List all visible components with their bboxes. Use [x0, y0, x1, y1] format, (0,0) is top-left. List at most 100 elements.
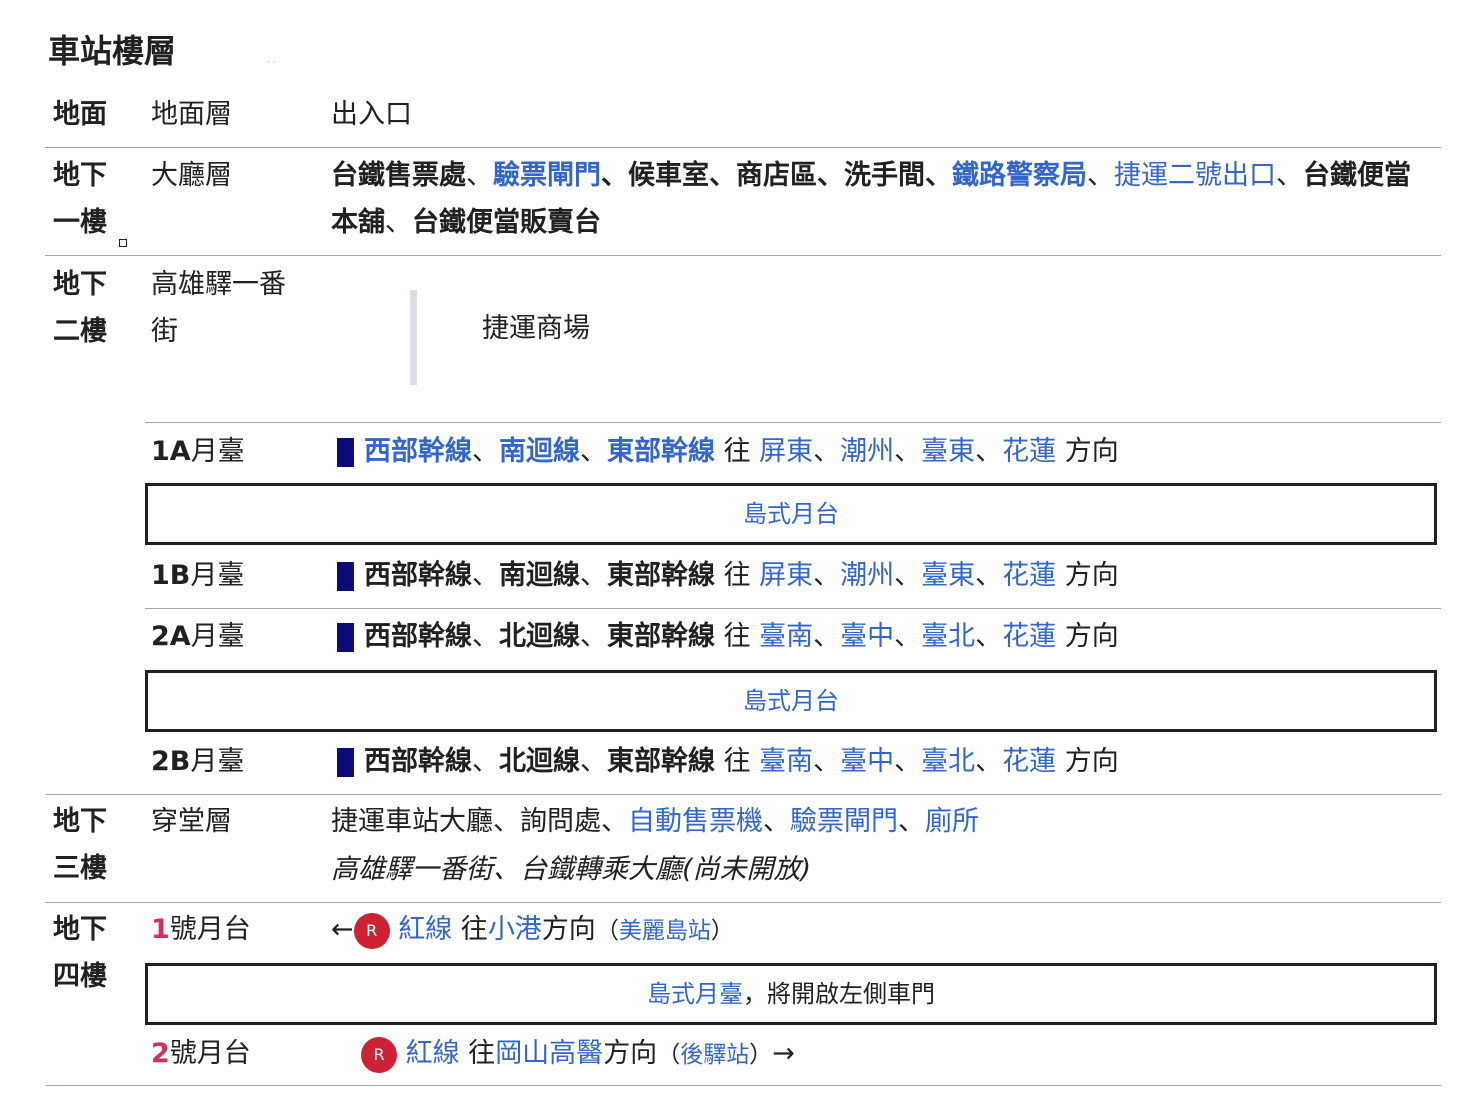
rail-line-link[interactable]: 東部幹線: [607, 436, 715, 467]
separator: 、: [894, 621, 922, 652]
platform-code: 1B: [151, 560, 191, 591]
facility-text: 台鐵售票處: [331, 160, 466, 191]
separator: 、: [813, 621, 841, 652]
towards-word: 往: [715, 746, 760, 777]
destination-link[interactable]: 臺北: [921, 746, 975, 777]
facility-link[interactable]: 自動售票機: [628, 806, 763, 837]
platform-number: 2: [151, 1038, 170, 1069]
rail-line-link[interactable]: 南迴線: [499, 436, 580, 467]
floor-label-ground: 地面: [53, 99, 107, 130]
destination-link[interactable]: 潮州: [840, 560, 894, 591]
destination-link[interactable]: 花蓮: [1002, 746, 1056, 777]
towards-word: 往: [459, 1038, 496, 1069]
destination-link[interactable]: 臺北: [921, 621, 975, 652]
metro-service: R 紅線 往岡山高醫方向（後驛站）→: [331, 1030, 795, 1079]
island-platform-metro: 島式月臺，將開啟左側車門: [145, 963, 1437, 1025]
destination-link[interactable]: 臺中: [840, 621, 894, 652]
platform-name: 1A月臺: [151, 428, 245, 475]
floor-label-b3: 地下三樓: [53, 806, 107, 884]
rail-line-name: 東部幹線: [607, 746, 715, 777]
destination-link[interactable]: 臺中: [840, 746, 894, 777]
platform-service: 西部幹線、北迴線、東部幹線 往 臺南、臺中、臺北、花蓮 方向: [337, 613, 1119, 660]
next-station-link[interactable]: 後驛站: [680, 1042, 749, 1068]
floor-label-b2: 地下二樓: [53, 269, 107, 347]
platform-name: 1B月臺: [151, 552, 244, 599]
arrow-right-icon: →: [772, 1038, 795, 1069]
rail-line-name: 西部幹線: [364, 560, 472, 591]
layer-name-b2: 高雄驛一番街: [151, 269, 286, 347]
towards-word: 往: [715, 560, 760, 591]
island-platform-1[interactable]: 島式月台: [145, 483, 1437, 545]
destination-link[interactable]: 花蓮: [1002, 560, 1056, 591]
facility-link[interactable]: 驗票閘門: [790, 806, 898, 837]
layer-name-b3: 穿堂層: [151, 806, 232, 837]
destination-link[interactable]: 潮州: [840, 436, 894, 467]
separator: 、: [894, 746, 922, 777]
island-platform-link[interactable]: 島式月臺: [647, 980, 743, 1008]
platform-code: 2B: [151, 746, 191, 777]
facility-link[interactable]: 鐵路警察局: [952, 160, 1087, 191]
facility-link[interactable]: 捷運二號出口: [1114, 160, 1276, 191]
b3-facilities: 捷運車站大廳、詢問處、自動售票機、驗票閘門、廁所: [331, 798, 979, 845]
metro-line-link[interactable]: 紅線: [406, 1038, 460, 1069]
island-platform-2[interactable]: 島式月台: [145, 670, 1437, 732]
separator: 、: [580, 621, 607, 652]
row-divider: [45, 902, 1441, 903]
towards-word: 往: [715, 621, 760, 652]
row-divider: [45, 794, 1441, 795]
paren-close: ）: [749, 1042, 773, 1068]
towards-word: 往: [715, 436, 760, 467]
destination-link[interactable]: 花蓮: [1002, 436, 1056, 467]
rail-line-name: 北迴線: [499, 746, 580, 777]
direction-word: 方向: [1056, 621, 1119, 652]
rail-line-name: 南迴線: [499, 560, 580, 591]
towards-word: 往: [452, 914, 488, 945]
separator: 、: [975, 560, 1003, 591]
destination-link[interactable]: 臺南: [759, 621, 813, 652]
separator: 、: [813, 560, 841, 591]
separator: 、: [580, 436, 607, 467]
next-station-link[interactable]: 美麗島站: [619, 918, 711, 944]
island-platform-link[interactable]: 島式月台: [743, 687, 839, 715]
destination-link[interactable]: 屏東: [759, 560, 813, 591]
island-platform-link[interactable]: 島式月台: [743, 500, 839, 528]
destination-link[interactable]: 花蓮: [1002, 621, 1056, 652]
platform-name: 2號月台: [151, 1030, 251, 1077]
destination-link[interactable]: 臺東: [921, 560, 975, 591]
layer-name-b1: 大廳層: [151, 160, 232, 191]
platform-code: 1A: [151, 436, 191, 467]
direction-word: 方向: [1056, 560, 1119, 591]
metro-service: ← R 紅線 往小港方向（美麗島站）: [331, 906, 734, 955]
floor-label-b1: 地下一樓: [53, 160, 107, 238]
platform-code: 2A: [151, 621, 191, 652]
separator: 、: [898, 806, 925, 837]
row-divider: [145, 608, 1441, 609]
separator: 、: [472, 436, 499, 467]
destination-link[interactable]: 屏東: [759, 436, 813, 467]
platform-service: 西部幹線、北迴線、東部幹線 往 臺南、臺中、臺北、花蓮 方向: [337, 738, 1119, 785]
direction-word: 方向: [603, 1038, 658, 1069]
layer-name-ground: 地面層: [151, 99, 232, 130]
platform-suffix: 月臺: [190, 746, 245, 777]
facility-link[interactable]: 驗票閘門: [493, 160, 601, 191]
rail-line-swatch: [337, 748, 354, 777]
rail-line-link[interactable]: 西部幹線: [364, 436, 472, 467]
red-line-badge-icon: R: [353, 913, 390, 949]
metro-line-link[interactable]: 紅線: [398, 914, 452, 945]
separator: 、: [975, 436, 1003, 467]
platform-service: 西部幹線、南迴線、東部幹線 往 屏東、潮州、臺東、花蓮 方向: [337, 428, 1119, 475]
destination-link[interactable]: 臺東: [921, 436, 975, 467]
separator: 、: [466, 160, 493, 191]
rail-line-swatch: [337, 562, 354, 591]
row-divider: [45, 147, 1441, 148]
separator: 、: [894, 560, 922, 591]
destination-link[interactable]: 臺南: [759, 746, 813, 777]
facility-text: 捷運車站大廳、詢問處、: [331, 806, 628, 837]
metro-destination-link[interactable]: 岡山高醫: [495, 1038, 603, 1069]
facility-link[interactable]: 廁所: [925, 806, 979, 837]
platform-name: 2B月臺: [151, 738, 244, 785]
door-note: ，將開啟左側車門: [743, 980, 935, 1008]
metro-destination-link[interactable]: 小港: [488, 914, 542, 945]
rail-line-swatch: [337, 623, 354, 652]
rail-line-name: 北迴線: [499, 621, 580, 652]
